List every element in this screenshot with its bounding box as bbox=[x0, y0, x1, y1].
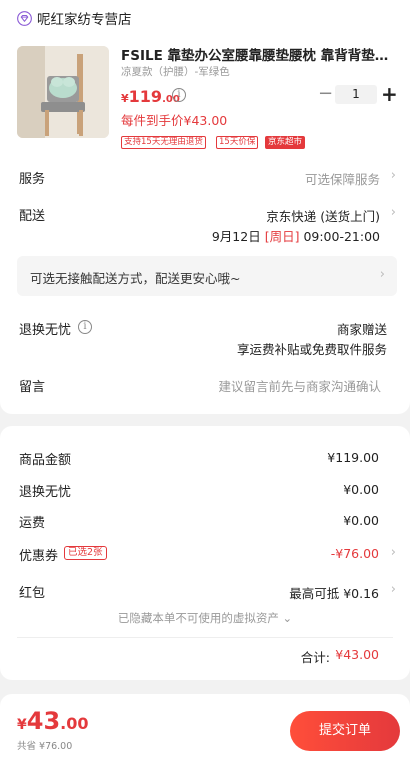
return-worry-value: 商家赠送 bbox=[336, 322, 387, 337]
product-spec[interactable]: 凉夏款（护腰）-军绿色 bbox=[121, 64, 230, 79]
delivery-date: 9月12日 bbox=[211, 229, 261, 244]
footer-total-decimal: .00 bbox=[60, 714, 89, 733]
coupon-value[interactable]: -¥76.00 bbox=[331, 546, 379, 561]
product-image[interactable] bbox=[17, 46, 109, 138]
quantity-increase-button[interactable]: + bbox=[381, 82, 398, 106]
tag-return: 支持15天无理由退货 bbox=[121, 136, 206, 149]
return-worry-label: 退换无忧 bbox=[19, 323, 72, 338]
chevron-right-icon[interactable]: › bbox=[391, 205, 396, 220]
chevron-right-icon[interactable]: › bbox=[391, 582, 396, 597]
message-input[interactable]: 建议留言前先与商家沟通确认 bbox=[218, 376, 381, 395]
store-gem-icon bbox=[17, 11, 32, 26]
hand-price: 每件到手价¥43.00 bbox=[121, 113, 228, 128]
saved-amount: 共省 ¥76.00 bbox=[17, 741, 73, 752]
delivery-hours: 09:00-21:00 bbox=[303, 229, 380, 244]
goods-amount-label: 商品金额 bbox=[19, 453, 72, 468]
message-label: 留言 bbox=[19, 380, 46, 395]
delivery-method[interactable]: 京东快递 (送货上门) bbox=[266, 206, 380, 225]
tag-price-protect: 15天价保 bbox=[216, 136, 259, 149]
tag-jd-supermarket: 京东超市 bbox=[265, 136, 306, 149]
goods-amount-value: ¥119.00 bbox=[327, 450, 379, 465]
shipping-value: ¥0.00 bbox=[343, 513, 379, 528]
footer-total-integer: 43 bbox=[26, 707, 61, 735]
return-worry-desc: 享运费补贴或免费取件服务 bbox=[236, 342, 387, 357]
shipping-label: 运费 bbox=[19, 516, 46, 531]
quantity-decrease-button[interactable]: − bbox=[318, 84, 333, 104]
delivery-weekday: [周日] bbox=[264, 229, 300, 244]
total-value: ¥43.00 bbox=[335, 647, 379, 662]
total-label: 合计: bbox=[300, 650, 330, 665]
chevron-right-icon[interactable]: › bbox=[391, 168, 396, 183]
footer-currency: ¥ bbox=[17, 717, 27, 733]
hidden-assets-toggle[interactable]: 已隐藏本单不可使用的虚拟资产 ⌄ bbox=[0, 610, 410, 626]
notice-text: 可选无接触配送方式，配送更安心哦~ bbox=[30, 271, 241, 286]
quantity-input[interactable]: 1 bbox=[335, 85, 377, 104]
price-currency: ¥ bbox=[121, 92, 129, 105]
service-value[interactable]: 可选保障服务 bbox=[305, 169, 380, 188]
return-fee-label: 退换无忧 bbox=[19, 485, 72, 500]
delivery-label: 配送 bbox=[19, 209, 46, 224]
submit-order-button[interactable]: 提交订单 bbox=[290, 711, 400, 751]
price-integer: 119 bbox=[128, 87, 163, 106]
product-price: ¥119.00 bbox=[121, 87, 180, 106]
chevron-right-icon: › bbox=[379, 267, 385, 282]
store-name[interactable]: 呢红家纺专营店 bbox=[37, 8, 132, 28]
return-info-icon[interactable]: i bbox=[78, 320, 92, 334]
footer-total-price: ¥43.00 bbox=[17, 707, 89, 735]
coupon-label[interactable]: 优惠券 bbox=[19, 545, 58, 564]
return-fee-value: ¥0.00 bbox=[343, 482, 379, 497]
redpacket-label[interactable]: 红包 bbox=[19, 582, 45, 601]
service-label: 服务 bbox=[19, 172, 46, 187]
coupon-badge[interactable]: 已选2张 bbox=[64, 546, 107, 560]
delivery-time[interactable]: 9月12日 [周日] 09:00-21:00 bbox=[212, 226, 380, 245]
contactless-delivery-notice[interactable]: 可选无接触配送方式，配送更安心哦~ › bbox=[17, 256, 397, 296]
redpacket-value[interactable]: 最高可抵 ¥0.16 bbox=[289, 583, 379, 602]
product-title[interactable]: FSILE 靠垫办公室腰靠腰垫腰枕 靠背背垫腰... bbox=[121, 44, 393, 64]
price-info-icon[interactable]: i bbox=[172, 88, 186, 102]
chevron-right-icon[interactable]: › bbox=[391, 545, 396, 560]
order-details-card: 呢红家纺专营店 FSILE 靠垫办公室腰靠腰垫腰枕 靠背背垫腰... 凉夏款（护… bbox=[0, 0, 410, 414]
summary-divider bbox=[17, 637, 393, 638]
